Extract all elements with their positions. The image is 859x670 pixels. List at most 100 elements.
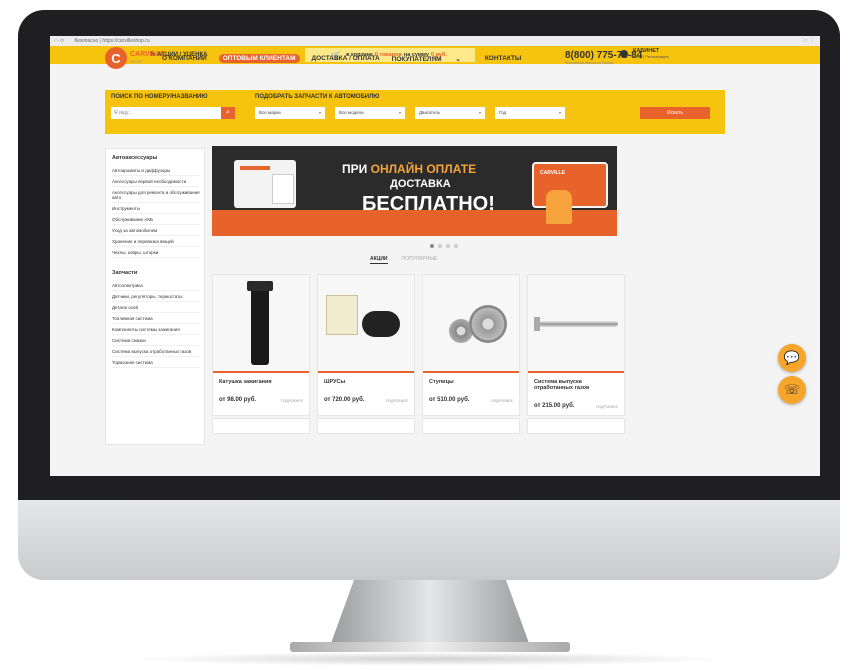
logo-mark-icon: C	[105, 47, 127, 69]
sidebar-item[interactable]: Система выпуска отработанных газов	[112, 346, 200, 357]
product-price: от 510.00 руб.	[429, 397, 470, 403]
tab-sales[interactable]: АКЦИИ	[370, 256, 388, 264]
sidebar-item[interactable]: Инструменты	[112, 203, 200, 214]
product-name[interactable]: Система выпуска отработанных газов	[534, 379, 620, 391]
select-engine-value: Двигатель	[419, 110, 441, 115]
header-phone[interactable]: 8(800) 775-78-84 бесплатный звонок по Ро…	[565, 50, 642, 65]
truck-brand: CARVILLE	[540, 170, 565, 176]
search-panel: ПОИСК ПО НОМЕРУ/НАЗВАНИЮ ПОДОБРАТЬ ЗАПЧА…	[105, 90, 725, 134]
product-card-partial[interactable]	[422, 418, 520, 434]
search-input[interactable]: Я ищу...	[111, 107, 221, 119]
product-image-exhaust[interactable]	[528, 275, 624, 371]
search-icon[interactable]: ⌕	[221, 107, 235, 119]
sidebar-item[interactable]: Тормозная система	[112, 357, 200, 368]
sidebar-item[interactable]: Хранение и перевозка вещей	[112, 236, 200, 247]
chevron-down-icon: ▾	[558, 110, 561, 115]
address-url[interactable]: безопасно | https://carvilleshop.ru	[74, 38, 149, 44]
sidebar-item[interactable]: Автоароматы и диффузоры	[112, 165, 200, 176]
select-model[interactable]: Все модели ▾	[335, 107, 405, 119]
product-more-link[interactable]: ПОДРОБНЕЕ	[386, 399, 408, 403]
monitor-stand-foot	[290, 642, 570, 652]
product-image-cv-joint[interactable]	[318, 275, 414, 371]
product-card[interactable]: Ступицы от 510.00 руб. ПОДРОБНЕЕ	[422, 274, 520, 416]
sidebar-item[interactable]: Компоненты системы зажигания	[112, 324, 200, 335]
carousel-dot[interactable]	[430, 244, 434, 248]
logo-name: CARVILLE	[130, 51, 165, 58]
site-logo[interactable]: C CARVILLE SHOP	[105, 47, 165, 69]
banner-line3: БЕСПЛАТНО!	[362, 193, 495, 215]
banner-line2: ДОСТАВКА	[390, 178, 451, 190]
tab-popular[interactable]: ПОПУЛЯРНЫЕ	[402, 256, 438, 264]
logo-sub: SHOP	[130, 59, 142, 64]
select-make[interactable]: Все марки ▾	[255, 107, 325, 119]
product-name[interactable]: Ступицы	[429, 379, 515, 385]
chevron-down-icon: ▾	[478, 110, 481, 115]
online-payment-illustration	[234, 160, 296, 208]
product-name[interactable]: ШРУСы	[324, 379, 410, 385]
select-year-value: Год	[499, 110, 507, 115]
carousel-dot[interactable]	[438, 244, 442, 248]
select-model-value: Все модели	[339, 110, 364, 115]
nav-contacts[interactable]: КОНТАКТЫ	[485, 55, 521, 63]
carousel-dot[interactable]	[446, 244, 450, 248]
nav-wholesale[interactable]: ОПТОВЫМ КЛИЕНТАМ	[218, 54, 300, 63]
monitor-shadow	[130, 652, 730, 666]
phone-sub: бесплатный звонок по России	[565, 61, 614, 65]
sidebar-item[interactable]: Обслуживание АКБ	[112, 214, 200, 225]
sidebar-item[interactable]: Система смазки	[112, 335, 200, 346]
sidebar-category-parts[interactable]: Запчасти	[112, 270, 204, 276]
banner-line1: ПРИ ОНЛАЙН ОПЛАТЕ	[342, 162, 476, 176]
find-button[interactable]: Искать	[640, 107, 710, 119]
product-card[interactable]: Система выпуска отработанных газов от 21…	[527, 274, 625, 416]
sidebar-item[interactable]: Чехлы, ковры, шторки	[112, 247, 200, 258]
picker-title: ПОДОБРАТЬ ЗАПЧАСТИ К АВТОМОБИЛЮ	[255, 94, 380, 100]
product-card-partial[interactable]	[527, 418, 625, 434]
carousel-dot[interactable]	[454, 244, 458, 248]
product-more-link[interactable]: ПОДРОБНЕЕ	[491, 399, 513, 403]
select-make-value: Все марки	[259, 110, 281, 115]
product-card[interactable]: ШРУСы от 720.00 руб. ПОДРОБНЕЕ	[317, 274, 415, 416]
sidebar-item[interactable]: Топливная система	[112, 313, 200, 324]
banner-line1-b: ОНЛАЙН ОПЛАТЕ	[370, 162, 477, 176]
nav-buyers-label: ПОКУПАТЕЛЯМ	[391, 56, 442, 63]
product-card-partial[interactable]	[212, 418, 310, 434]
product-price: от 720.00 руб.	[324, 397, 365, 403]
phone-number[interactable]: 8(800) 775-78-84	[565, 50, 642, 61]
search-title: ПОИСК ПО НОМЕРУ/НАЗВАНИЮ	[111, 94, 208, 100]
select-engine[interactable]: Двигатель ▾	[415, 107, 485, 119]
sidebar-item[interactable]: Датчики, регуляторы, термостаты	[112, 291, 200, 302]
promo-banner[interactable]: ПРИ ОНЛАЙН ОПЛАТЕ ДОСТАВКА БЕСПЛАТНО! CA…	[212, 146, 617, 236]
browser-menu-icon[interactable]: ☆ ⋮	[803, 38, 814, 44]
select-year[interactable]: Год ▾	[495, 107, 565, 119]
product-image-hub[interactable]	[423, 275, 519, 371]
catalog-sidebar: Автоаксессуары Автоароматы и диффузоры А…	[105, 148, 205, 445]
sidebar-item[interactable]: Аксессуары первой необходимости	[112, 176, 200, 187]
sidebar-item[interactable]: Автоэлектрика	[112, 280, 200, 291]
sidebar-category-accessories[interactable]: Автоаксессуары	[112, 155, 204, 161]
sidebar-item[interactable]: Уход за автомобилем	[112, 225, 200, 236]
product-more-link[interactable]: ПОДРОБНЕЕ	[281, 399, 303, 403]
product-tabs: АКЦИИ ПОПУЛЯРНЫЕ	[370, 256, 451, 264]
banner-line1-a: ПРИ	[342, 162, 368, 176]
product-name[interactable]: Катушка зажигания	[219, 379, 305, 385]
product-card-partial[interactable]	[317, 418, 415, 434]
sidebar-item[interactable]: Аксессуары для ремонта и обслуживания ав…	[112, 187, 200, 203]
carousel-dots	[430, 244, 462, 248]
product-more-link[interactable]: ПОДРОБНЕЕ	[596, 405, 618, 409]
product-price: от 215.00 руб.	[534, 403, 575, 409]
main-nav: О КОМПАНИИ ОПТОВЫМ КЛИЕНТАМ ДОСТАВКА / О…	[162, 54, 533, 63]
nav-delivery[interactable]: ДОСТАВКА / ОПЛАТА	[312, 55, 380, 63]
sidebar-item[interactable]: Детали осей	[112, 302, 200, 313]
nav-about[interactable]: О КОМПАНИИ	[162, 55, 207, 63]
chevron-down-icon: ▾	[318, 110, 321, 115]
chevron-down-icon: ⌄	[455, 56, 461, 63]
product-image-ignition-coil[interactable]	[213, 275, 309, 371]
chat-icon[interactable]: 💬	[778, 344, 806, 372]
back-forward-icon[interactable]: ‹ › ⟳	[54, 38, 64, 44]
product-price: от 98.00 руб.	[219, 397, 257, 403]
nav-buyers[interactable]: ПОКУПАТЕЛЯМ ⌄	[392, 55, 473, 63]
monitor-stand-neck	[330, 580, 530, 646]
product-card[interactable]: Катушка зажигания от 98.00 руб. ПОДРОБНЕ…	[212, 274, 310, 416]
courier-icon	[546, 190, 572, 224]
phone-icon[interactable]: ☏	[778, 376, 806, 404]
